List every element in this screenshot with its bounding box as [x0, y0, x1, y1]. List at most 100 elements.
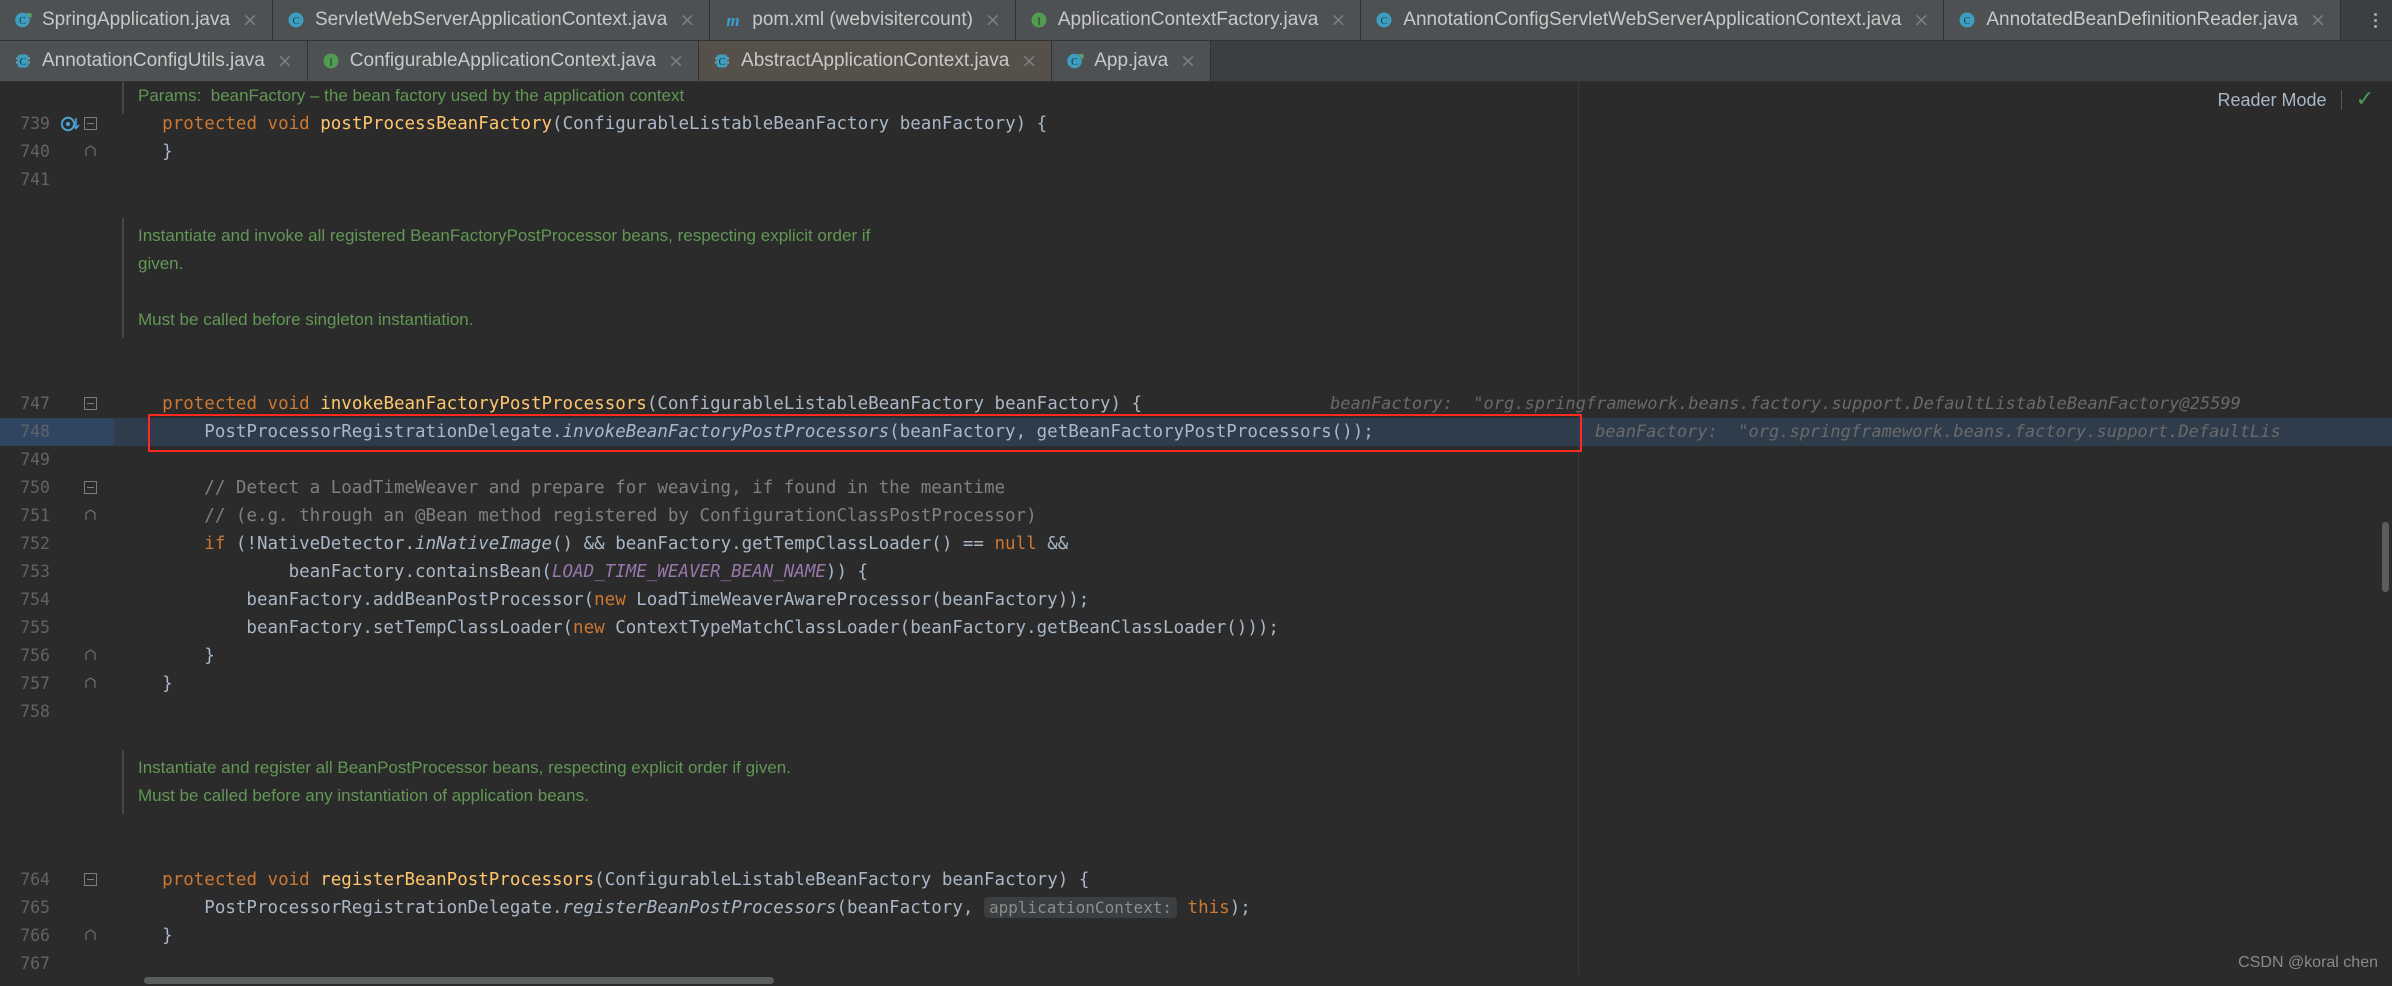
javadoc-line[interactable]: given. [0, 250, 2392, 278]
gutter-icons[interactable] [58, 754, 114, 782]
code-line[interactable] [0, 838, 2392, 866]
code-fold-icon[interactable] [84, 677, 97, 690]
gutter-icons[interactable] [58, 642, 114, 670]
gutter-icons[interactable] [58, 362, 114, 390]
gutter-icons[interactable] [58, 614, 114, 642]
editor-tab-pom-xml-webvisitercount[interactable]: m pom.xml (webvisitercount) × [710, 0, 1016, 40]
reader-mode-check-icon[interactable]: ✓ [2356, 89, 2374, 111]
gutter-icons[interactable] [58, 530, 114, 558]
horizontal-scrollbar-thumb[interactable] [144, 977, 774, 984]
close-icon[interactable]: × [668, 51, 684, 71]
code-line[interactable]: 755 beanFactory.setTempClassLoader(new C… [0, 614, 2392, 642]
javadoc-line[interactable]: Must be called before singleton instanti… [0, 306, 2392, 334]
code-line[interactable] [0, 194, 2392, 222]
code-line[interactable]: 758 [0, 698, 2392, 726]
code-line[interactable] [0, 726, 2392, 754]
code-line[interactable]: 766 } [0, 922, 2392, 950]
vertical-scrollbar-thumb[interactable] [2382, 522, 2389, 592]
close-icon[interactable]: × [277, 51, 293, 71]
gutter-icons[interactable] [58, 82, 114, 110]
javadoc-line[interactable]: Params: beanFactory – the bean factory u… [0, 82, 2392, 110]
gutter-icons[interactable] [58, 670, 114, 698]
editor-tab-configurableapplicationcontext-java[interactable]: I ConfigurableApplicationContext.java × [307, 41, 700, 81]
gutter-icons[interactable] [58, 138, 114, 166]
gutter-icons[interactable] [58, 838, 114, 866]
gutter-icons[interactable] [58, 726, 114, 754]
gutter-icons[interactable] [58, 950, 114, 978]
editor-tab-bar-row-1[interactable]: C SpringApplication.java × C ServletWebServe… [0, 0, 2392, 41]
javadoc-line[interactable]: Instantiate and invoke all registered Be… [0, 222, 2392, 250]
gutter-icons[interactable] [58, 194, 114, 222]
code-line[interactable]: 751 // (e.g. through an @Bean method reg… [0, 502, 2392, 530]
code-line[interactable]: 765 PostProcessorRegistrationDelegate.re… [0, 894, 2392, 922]
horizontal-scrollbar[interactable] [144, 974, 2392, 986]
editor-tab-servletwebserverapplicationcontext-java[interactable]: C ServletWebServerApplicationContext.java… [272, 0, 711, 40]
editor-tab-springapplication-java[interactable]: C SpringApplication.java × [0, 0, 273, 40]
gutter-icons[interactable] [58, 586, 114, 614]
code-fold-icon[interactable] [84, 649, 97, 662]
editor-area[interactable]: Reader Mode ✓ Params: beanFactory – the … [0, 82, 2392, 986]
gutter-icons[interactable] [58, 698, 114, 726]
code-fold-icon[interactable] [84, 397, 97, 410]
close-icon[interactable]: × [679, 10, 695, 30]
close-icon[interactable]: × [242, 10, 258, 30]
code-fold-icon[interactable] [84, 145, 97, 158]
gutter-icons[interactable] [58, 474, 114, 502]
close-icon[interactable]: × [1021, 51, 1037, 71]
javadoc-line[interactable]: Instantiate and register all BeanPostPro… [0, 754, 2392, 782]
code-line[interactable]: 754 beanFactory.addBeanPostProcessor(new… [0, 586, 2392, 614]
editor-tab-bar-row-2[interactable]: C AnnotationConfigUtils.java × I Configurabl… [0, 41, 2392, 82]
editor-tab-applicationcontextfactory-java[interactable]: I ApplicationContextFactory.java × [1015, 0, 1362, 40]
gutter-icons[interactable] [58, 166, 114, 194]
code-line[interactable] [0, 362, 2392, 390]
close-icon[interactable]: × [1913, 10, 1929, 30]
code-line[interactable]: 749 [0, 446, 2392, 474]
code-content[interactable]: Params: beanFactory – the bean factory u… [0, 82, 2392, 978]
gutter-icons[interactable] [58, 334, 114, 362]
gutter-icons[interactable] [58, 306, 114, 334]
code-line[interactable]: 741 [0, 166, 2392, 194]
code-line[interactable]: 740 } [0, 138, 2392, 166]
code-line[interactable] [0, 810, 2392, 838]
close-icon[interactable]: × [1330, 10, 1346, 30]
editor-tab-annotationconfigutils-java[interactable]: C AnnotationConfigUtils.java × [0, 41, 308, 81]
tab-overflow-menu-icon[interactable] [2358, 0, 2392, 40]
gutter-icons[interactable] [58, 558, 114, 586]
editor-tab-annotatedbeandefinitionreader-java[interactable]: C AnnotatedBeanDefinitionReader.java × [1944, 0, 2341, 40]
close-icon[interactable]: × [1180, 51, 1196, 71]
code-line[interactable]: 753 beanFactory.containsBean(LOAD_TIME_W… [0, 558, 2392, 586]
gutter-icons[interactable] [58, 446, 114, 474]
code-line[interactable]: 757 } [0, 670, 2392, 698]
gutter-icons[interactable] [58, 418, 114, 446]
editor-tab-app-java[interactable]: C App.java × [1052, 41, 1212, 81]
code-fold-icon[interactable] [84, 117, 97, 130]
close-icon[interactable]: × [2310, 10, 2326, 30]
editor-tab-annotationconfigservletwebserverapplicationcontext-java[interactable]: C AnnotationConfigServletWebServerApplica… [1361, 0, 1945, 40]
code-line[interactable]: 756 } [0, 642, 2392, 670]
gutter-icons[interactable] [58, 810, 114, 838]
code-line[interactable]: 752 if (!NativeDetector.inNativeImage() … [0, 530, 2392, 558]
reader-mode-bar[interactable]: Reader Mode ✓ [2217, 82, 2392, 118]
editor-tab-abstractapplicationcontext-java[interactable]: C AbstractApplicationContext.java × [699, 41, 1053, 81]
code-fold-icon[interactable] [84, 481, 97, 494]
code-fold-icon[interactable] [84, 509, 97, 522]
code-line[interactable]: 739 protected void postProcessBeanFactor… [0, 110, 2392, 138]
gutter-icons[interactable] [58, 222, 114, 250]
javadoc-line[interactable]: Must be called before any instantiation … [0, 782, 2392, 810]
code-line[interactable]: 764 protected void registerBeanPostProce… [0, 866, 2392, 894]
gutter-icons[interactable] [58, 782, 114, 810]
gutter-icons[interactable] [58, 390, 114, 418]
code-line[interactable]: 750 // Detect a LoadTimeWeaver and prepa… [0, 474, 2392, 502]
code-line[interactable] [0, 334, 2392, 362]
gutter-icons[interactable] [58, 922, 114, 950]
code-line[interactable] [0, 278, 2392, 306]
gutter-icons[interactable] [58, 278, 114, 306]
gutter-icons[interactable] [58, 894, 114, 922]
code-fold-icon[interactable] [84, 929, 97, 942]
gutter-icons[interactable] [58, 110, 114, 138]
gutter-icons[interactable] [58, 250, 114, 278]
gutter-icons[interactable] [58, 866, 114, 894]
code-fold-icon[interactable] [84, 873, 97, 886]
close-icon[interactable]: × [985, 10, 1001, 30]
gutter-icons[interactable] [58, 502, 114, 530]
